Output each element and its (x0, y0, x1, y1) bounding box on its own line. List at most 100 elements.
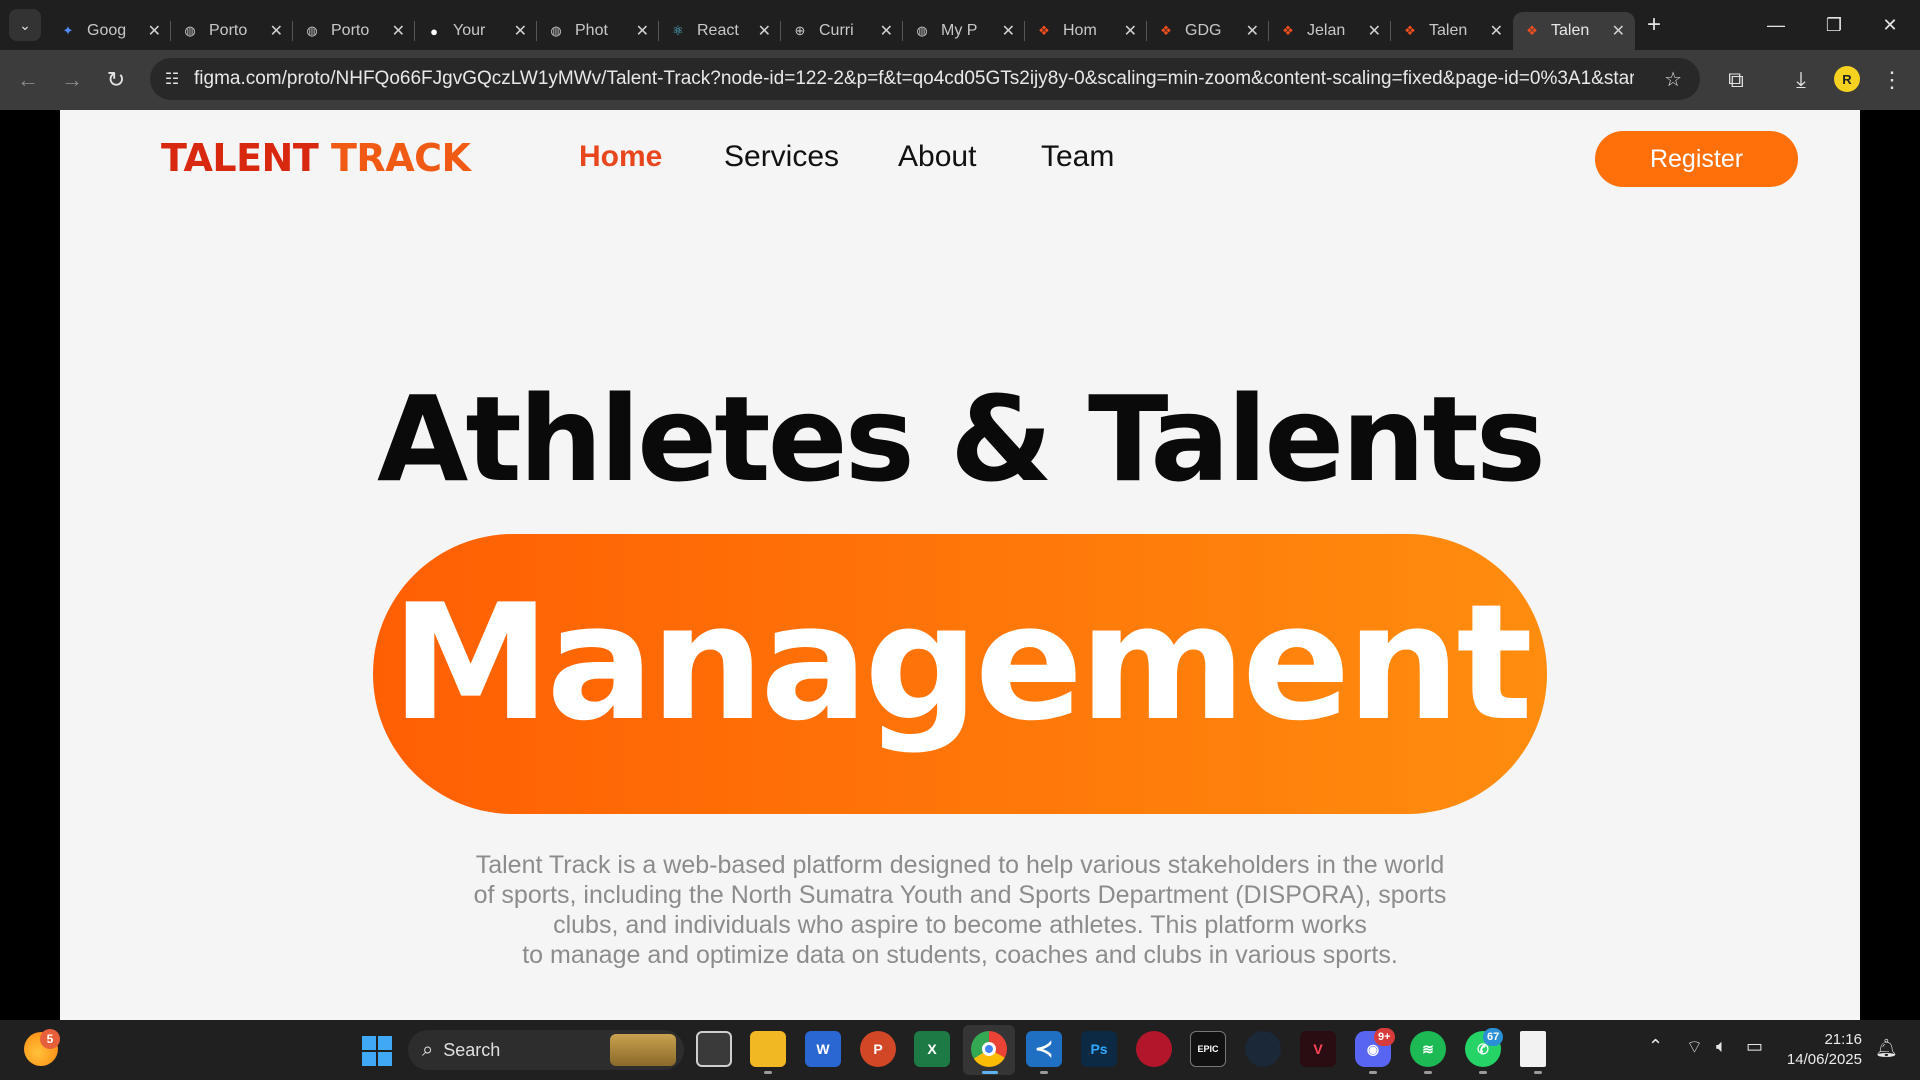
react-icon: ⚛ (672, 23, 684, 38)
spotify-icon[interactable]: ≋ (1410, 1031, 1446, 1067)
figma-icon: ❖ (1282, 23, 1294, 38)
nav-about[interactable]: About (898, 140, 976, 174)
vscode-icon[interactable]: ≺ (1026, 1031, 1062, 1067)
clock-date: 14/06/2025 (1786, 1051, 1862, 1068)
forward-button[interactable]: → (50, 58, 94, 102)
page-viewport: TALENT TRACK Home Services About Team Re… (0, 110, 1920, 1020)
minimize-button[interactable]: — (1746, 0, 1806, 50)
hero-title: Athletes & Talents (377, 370, 1546, 508)
browser-tab[interactable]: ● Your ✕ (415, 12, 537, 50)
description-line: to manage and optimize data on students,… (522, 941, 1398, 969)
description-line: clubs, and individuals who aspire to bec… (553, 911, 1367, 939)
register-button[interactable]: Register (1595, 131, 1798, 187)
browser-tab[interactable]: ❖ GDG ✕ (1147, 12, 1269, 50)
globe-icon: ◍ (306, 23, 318, 38)
back-button[interactable]: ← (6, 58, 50, 102)
downloads-icon[interactable]: ⤓ (1781, 60, 1821, 100)
notepad-icon[interactable] (1520, 1031, 1546, 1067)
tab-close-icon[interactable]: ✕ (1612, 21, 1625, 41)
site-logo[interactable]: TALENT TRACK (161, 136, 471, 180)
tab-title: My P (941, 22, 978, 39)
new-tab-button[interactable]: + (1647, 11, 1661, 39)
word-icon[interactable]: W (805, 1031, 841, 1067)
browser-tab[interactable]: ❖ Jelan ✕ (1269, 12, 1391, 50)
tab-close-icon[interactable]: ✕ (392, 21, 405, 41)
profile-avatar[interactable]: R (1834, 66, 1860, 92)
tab-search-button[interactable]: ⌄ (9, 9, 41, 41)
windows-taskbar: 5 ⌕ Search W P X ≺ Ps EPIC V ◉ 9+ ≋ ✆ 67… (0, 1020, 1920, 1080)
browser-tab[interactable]: ◍ My P ✕ (903, 12, 1025, 50)
bookmark-star-icon[interactable]: ☆ (1664, 67, 1682, 92)
close-window-button[interactable]: ✕ (1860, 0, 1920, 50)
running-indicator (1369, 1071, 1377, 1074)
description-line: of sports, including the North Sumatra Y… (473, 881, 1447, 909)
browser-tab[interactable]: ❖ Talen ✕ (1391, 12, 1513, 50)
github-icon: ● (430, 23, 438, 39)
browser-tab[interactable]: ◍ Phot ✕ (537, 12, 659, 50)
valorant-icon[interactable]: V (1300, 1031, 1336, 1067)
tab-title: Jelan (1307, 22, 1346, 39)
url-text[interactable]: figma.com/proto/NHFQo66FJgvGQczLW1yMWv/T… (194, 68, 1634, 90)
tab-title: Goog (87, 22, 127, 39)
tab-close-icon[interactable]: ✕ (1246, 21, 1259, 41)
tab-close-icon[interactable]: ✕ (1368, 21, 1381, 41)
volume-icon[interactable]: 🔈︎ (1716, 1036, 1727, 1057)
running-indicator (764, 1071, 772, 1074)
running-indicator (1479, 1071, 1487, 1074)
chrome-icon[interactable] (971, 1031, 1007, 1067)
browser-tab[interactable]: ⊕ Curri ✕ (781, 12, 903, 50)
browser-tab[interactable]: ⚛ React ✕ (659, 12, 781, 50)
tab-close-icon[interactable]: ✕ (270, 21, 283, 41)
nav-services[interactable]: Services (724, 140, 839, 174)
start-button[interactable] (362, 1036, 392, 1066)
globe-icon: ◍ (184, 23, 196, 38)
battery-icon[interactable]: ▭ (1746, 1036, 1763, 1057)
nav-home[interactable]: Home (579, 140, 662, 174)
photoshop-icon[interactable]: Ps (1081, 1031, 1117, 1067)
restore-button[interactable]: ❐ (1804, 0, 1864, 50)
powerpoint-icon[interactable]: P (860, 1031, 896, 1067)
browser-tab[interactable]: ◍ Porto ✕ (293, 12, 415, 50)
steam-icon[interactable] (1245, 1031, 1281, 1067)
tab-title: Phot (575, 22, 608, 39)
search-highlight-image (610, 1034, 676, 1066)
system-clock[interactable]: 21:16 14/06/2025 (1782, 1030, 1862, 1070)
browser-tab[interactable]: ◍ Porto ✕ (171, 12, 293, 50)
tab-close-icon[interactable]: ✕ (636, 21, 649, 41)
notification-bell-icon[interactable]: 🔔︎ (1875, 1038, 1898, 1059)
tab-close-icon[interactable]: ✕ (880, 21, 893, 41)
epic-games-icon[interactable]: EPIC (1190, 1031, 1226, 1067)
browser-menu-icon[interactable]: ⋮ (1872, 60, 1912, 100)
browser-tab[interactable]: ✦ Goog ✕ (49, 12, 171, 50)
red-app-icon[interactable] (1136, 1031, 1172, 1067)
extensions-icon[interactable]: ⧉ (1716, 60, 1756, 100)
show-hidden-icons-chevron-icon[interactable]: ⌃ (1648, 1036, 1663, 1057)
tab-close-icon[interactable]: ✕ (148, 21, 161, 41)
tab-title: Hom (1063, 22, 1097, 39)
tab-close-icon[interactable]: ✕ (514, 21, 527, 41)
tab-close-icon[interactable]: ✕ (1002, 21, 1015, 41)
tab-close-icon[interactable]: ✕ (1490, 21, 1503, 41)
excel-icon[interactable]: X (914, 1031, 950, 1067)
file-explorer-icon[interactable] (750, 1031, 786, 1067)
tab-close-icon[interactable]: ✕ (1124, 21, 1137, 41)
search-label: Search (443, 1039, 501, 1060)
tab-title: Porto (331, 22, 370, 39)
nav-team[interactable]: Team (1041, 140, 1114, 174)
reload-button[interactable]: ↻ (94, 58, 138, 102)
discord-badge: 9+ (1374, 1028, 1395, 1046)
address-bar[interactable]: ☷ figma.com/proto/NHFQo66FJgvGQczLW1yMWv… (150, 58, 1700, 100)
site-info-icon[interactable]: ☷ (150, 69, 194, 89)
browser-tab[interactable]: ❖ Talen ✕ (1513, 12, 1635, 50)
running-indicator (1534, 1071, 1542, 1074)
wifi-icon[interactable]: ⌔ (1686, 1036, 1703, 1059)
tab-close-icon[interactable]: ✕ (758, 21, 771, 41)
weather-badge: 5 (40, 1029, 60, 1049)
browser-tab[interactable]: ❖ Hom ✕ (1025, 12, 1147, 50)
browser-tab-bar: ⌄ ✦ Goog ✕ ◍ Porto ✕ ◍ Porto ✕ ● Your ✕ ◍ Phot ✕ ⚛ React… (0, 0, 1920, 50)
figma-icon: ❖ (1160, 23, 1172, 38)
task-view-icon[interactable] (696, 1031, 732, 1067)
whatsapp-badge: 67 (1483, 1028, 1504, 1046)
running-indicator (1040, 1071, 1048, 1074)
taskbar-search[interactable]: ⌕ Search (408, 1030, 684, 1070)
